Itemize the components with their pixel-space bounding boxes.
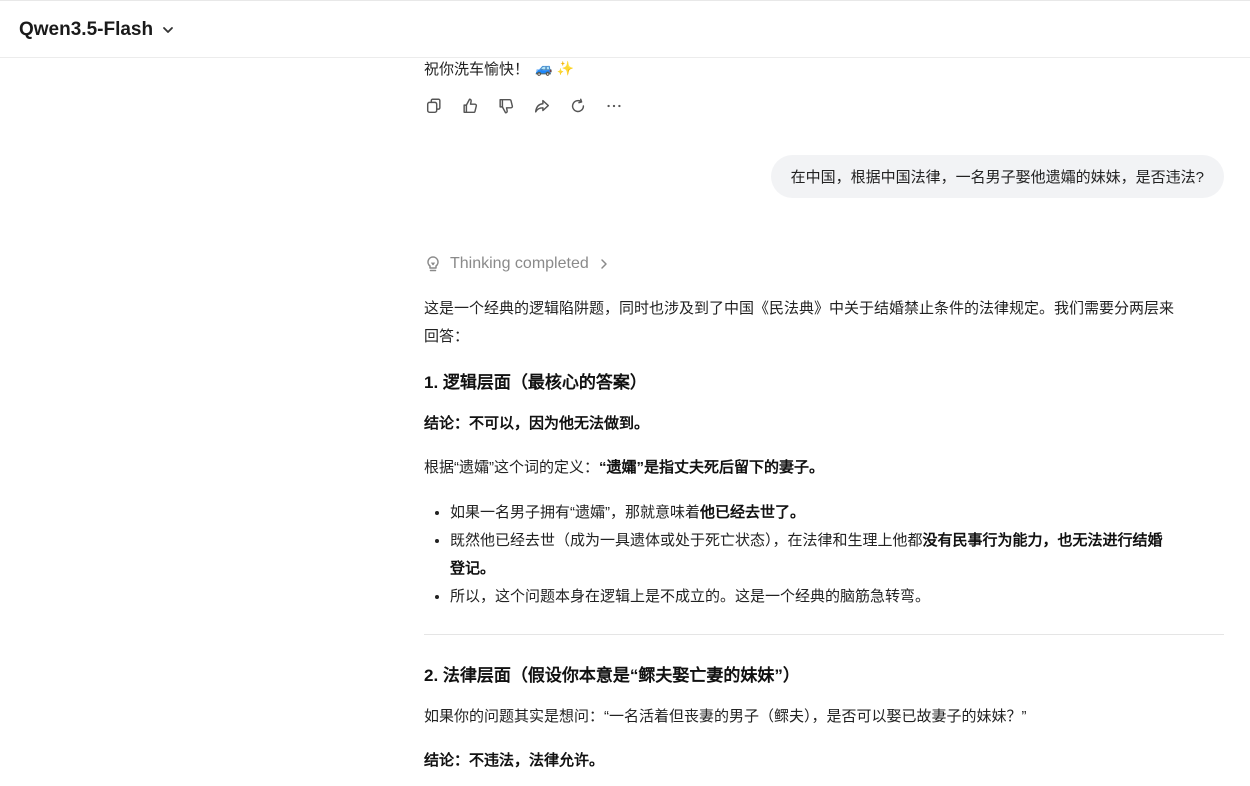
chevron-down-icon [163,27,174,33]
section-2-heading: 2. 法律层面（假设你本意是“鳏夫娶亡妻的妹妹”） [424,666,800,685]
model-selector[interactable]: Qwen3.5-Flash [19,19,175,41]
answer-intro: 这是一个经典的逻辑陷阱题，同时也涉及到了中国《民法典》中关于结婚禁止条件的法律规… [424,295,1224,351]
bullet-text: 既然他已经去世（成为一具遗体或处于死亡状态），在法律和生理上他都 [450,532,923,549]
thinking-toggle[interactable]: Thinking completed [424,255,611,273]
top-bar: Qwen3.5-Flash [0,0,1250,58]
section-divider [424,634,1224,635]
definition-bold: “遗孀”是指丈夫死后留下的妻子。 [599,459,825,476]
definition-line: 根据“遗孀”这个词的定义：“遗孀”是指丈夫死后留下的妻子。 [424,454,1224,482]
previous-message-tail: 祝你洗车愉快！ 🚙 ✨ [424,58,574,79]
bullet-bold: 他已经去世了。 [700,504,806,521]
list-item: 如果一名男子拥有“遗孀”，那就意味着他已经去世了。 [450,499,1224,527]
share-button[interactable] [532,96,552,116]
copy-icon [426,98,441,114]
list-item: 所以，这个问题本身在逻辑上是不成立的。这是一个经典的脑筋急转弯。 [450,583,1224,611]
thumbs-up-icon [463,98,478,114]
intro-line-1: 这是一个经典的逻辑陷阱题，同时也涉及到了中国《民法典》中关于结婚禁止条件的法律规… [424,300,1175,317]
section-1-conclusion: 结论：不可以，因为他无法做到。 [424,415,650,432]
lightbulb-icon [427,256,439,272]
message-actions [424,96,624,116]
section-2-question: 如果你的问题其实是想问：“一名活着但丧妻的男子（鳏夫），是否可以娶已故妻子的妹妹… [424,708,1027,725]
more-button[interactable] [604,96,624,116]
section-2-conclusion: 结论：不违法，法律允许。 [424,752,605,769]
bullet-list: 如果一名男子拥有“遗孀”，那就意味着他已经去世了。 既然他已经去世（成为一具遗体… [424,499,1224,611]
bullet-text: 如果一名男子拥有“遗孀”，那就意味着 [450,504,700,521]
definition-prefix: 根据“遗孀”这个词的定义： [424,459,599,476]
user-message-bubble: 在中国，根据中国法律，一名男子娶他遗孀的妹妹，是否违法? [770,155,1224,198]
user-message-text: 在中国，根据中国法律，一名男子娶他遗孀的妹妹，是否违法? [790,169,1204,186]
previous-message-text: 祝你洗车愉快！ [424,61,530,78]
like-button[interactable] [460,96,480,116]
more-icon [607,104,621,108]
chevron-right-icon [601,259,607,269]
section-1-heading: 1. 逻辑层面（最核心的答案） [424,373,647,392]
bullet-text: 所以，这个问题本身在逻辑上是不成立的。这是一个经典的脑筋急转弯。 [450,588,931,605]
thumbs-down-icon [499,98,514,114]
bullet-bold: 没有民事行为能力，也无法进行结婚 [922,532,1163,549]
copy-button[interactable] [424,96,444,116]
thinking-label: Thinking completed [450,255,589,272]
share-icon [534,99,550,113]
intro-line-2: 回答： [424,328,470,345]
regenerate-icon [571,98,585,113]
emoji: 🚙 ✨ [535,60,575,77]
regenerate-button[interactable] [568,96,588,116]
list-item: 既然他已经去世（成为一具遗体或处于死亡状态），在法律和生理上他都没有民事行为能力… [450,527,1224,583]
dislike-button[interactable] [496,96,516,116]
model-name: Qwen3.5-Flash [19,19,154,40]
bullet-bold-cont: 登记。 [450,560,496,577]
